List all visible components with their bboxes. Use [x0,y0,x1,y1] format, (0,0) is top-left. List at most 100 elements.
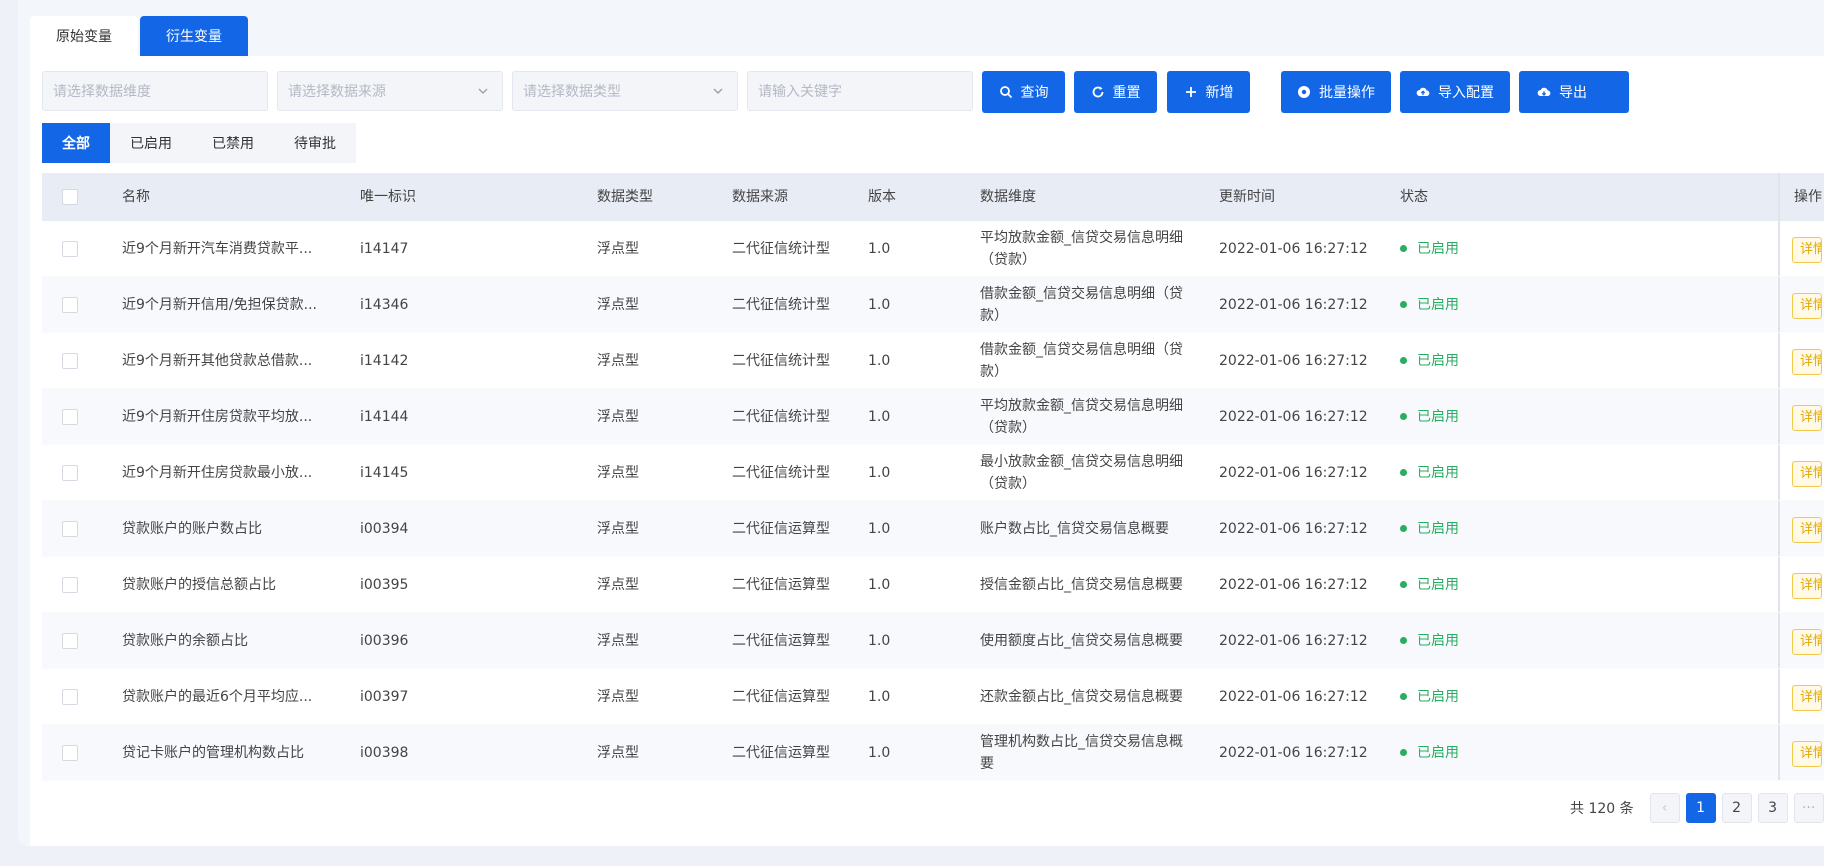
page-1-button[interactable]: 1 [1685,793,1716,823]
header-version[interactable]: 版本 [868,173,896,221]
row-checkbox[interactable] [62,240,78,257]
row-checkbox[interactable] [62,576,78,593]
cloud-upload-icon [1416,87,1430,97]
cell-id: i00394 [360,520,409,537]
status-tab-pending[interactable]: 待审批 [274,123,356,163]
more-pages-button[interactable]: ··· [1793,793,1824,823]
row-select-cell [62,557,78,612]
reset-button[interactable]: 重置 [1074,71,1157,113]
header-id[interactable]: 唯一标识 [360,173,416,221]
detail-button[interactable]: 详情 [1792,237,1822,263]
add-button[interactable]: 新增 [1167,71,1250,113]
detail-button[interactable]: 详情 [1792,405,1822,431]
status-tab-all[interactable]: 全部 [42,123,110,163]
keyword-input[interactable]: 请输入关键字 [747,71,973,111]
cell-source: 二代征信运算型 [732,744,830,761]
cell-dimension: 授信金额占比_信贷交易信息概要 [980,576,1183,593]
detail-button[interactable]: 详情 [1792,517,1822,543]
status-tab-disabled[interactable]: 已禁用 [192,123,274,163]
detail-button[interactable]: 详情 [1792,461,1822,487]
export-button[interactable]: 导出 [1519,71,1629,113]
type-select[interactable]: 请选择数据类型 [512,71,738,111]
cell-updated: 2022-01-06 16:27:12 [1219,240,1368,257]
cell-source: 二代征信统计型 [732,408,830,425]
table-row[interactable]: 近9个月新开住房贷款最小放... i14145 浮点型 二代征信统计型 1.0 最小放款金… [42,445,1824,501]
cell-id: i14147 [360,240,409,257]
header-type[interactable]: 数据类型 [597,173,653,221]
column-divider [1778,669,1780,724]
header-source[interactable]: 数据来源 [732,173,788,221]
table-row[interactable]: 贷款账户的账户数占比 i00394 浮点型 二代征信运算型 1.0 账户数占比_信贷交易信… [42,501,1824,557]
cell-type: 浮点型 [597,520,639,537]
detail-button[interactable]: 详情 [1792,349,1822,375]
header-updated[interactable]: 更新时间 [1219,173,1275,221]
column-divider [1778,725,1780,780]
table-row[interactable]: 贷记卡账户的管理机构数占比 i00398 浮点型 二代征信运算型 1.0 管理机构数占比_… [42,725,1824,781]
page-2-button[interactable]: 2 [1721,793,1752,823]
app-frame: 原始变量 衍生变量 请选择数据维度 请选择数据来源 请选择数据类型 请输入关键字… [18,0,1824,846]
cell-dimension: 平均放款金额_信贷交易信息明细（贷款） [980,229,1183,268]
cell-source: 二代征信统计型 [732,352,830,369]
page-3-button[interactable]: 3 [1757,793,1788,823]
source-select[interactable]: 请选择数据来源 [277,71,503,111]
row-select-cell [62,725,78,780]
table-row[interactable]: 贷款账户的余额占比 i00396 浮点型 二代征信运算型 1.0 使用额度占比_信贷交易信… [42,613,1824,669]
batch-label: 批量操作 [1319,85,1375,101]
row-checkbox[interactable] [62,744,78,761]
cell-id: i00398 [360,744,409,761]
table-row[interactable]: 近9个月新开汽车消费贷款平... i14147 浮点型 二代征信统计型 1.0 平均放款金… [42,221,1824,277]
search-icon [999,86,1012,99]
table-row[interactable]: 贷款账户的授信总额占比 i00395 浮点型 二代征信运算型 1.0 授信金额占比_信贷交… [42,557,1824,613]
status-badge: 已启用 [1400,333,1459,388]
row-select-cell [62,389,78,444]
prev-page-button[interactable]: ‹ [1649,793,1680,823]
cell-id: i14144 [360,408,409,425]
header-name[interactable]: 名称 [122,173,150,221]
query-label: 查询 [1020,85,1049,101]
cell-type: 浮点型 [597,632,639,649]
dimension-select[interactable]: 请选择数据维度 [42,71,268,111]
header-status[interactable]: 状态 [1400,173,1428,221]
status-tab-enabled[interactable]: 已启用 [110,123,192,163]
cell-version: 1.0 [868,520,891,537]
table-row[interactable]: 贷款账户的最近6个月平均应... i00397 浮点型 二代征信运算型 1.0 还款金额占… [42,669,1824,725]
status-badge: 已启用 [1400,557,1459,612]
cell-dimension: 最小放款金额_信贷交易信息明细（贷款） [980,453,1183,492]
row-checkbox[interactable] [62,632,78,649]
tab-derived-variables[interactable]: 衍生变量 [140,16,248,56]
row-checkbox[interactable] [62,296,78,313]
row-checkbox[interactable] [62,688,78,705]
detail-button[interactable]: 详情 [1792,629,1822,655]
header-dimension[interactable]: 数据维度 [980,173,1036,221]
column-divider [1778,333,1780,388]
cell-version: 1.0 [868,576,891,593]
table-row[interactable]: 近9个月新开住房贷款平均放... i14144 浮点型 二代征信统计型 1.0 平均放款金… [42,389,1824,445]
batch-operation-button[interactable]: 批量操作 [1281,71,1391,113]
table-row[interactable]: 近9个月新开信用/免担保贷款... i14346 浮点型 二代征信统计型 1.0 借款金额… [42,277,1824,333]
tab-raw-variables[interactable]: 原始变量 [30,16,138,56]
status-badge: 已启用 [1400,669,1459,724]
row-checkbox[interactable] [62,520,78,537]
detail-button[interactable]: 详情 [1792,685,1822,711]
detail-button[interactable]: 详情 [1792,573,1822,599]
select-all-checkbox[interactable] [62,189,78,205]
detail-button[interactable]: 详情 [1792,293,1822,319]
cell-id: i00397 [360,688,409,705]
cell-name: 贷款账户的账户数占比 [122,520,262,537]
detail-button[interactable]: 详情 [1792,741,1822,767]
status-text: 已启用 [1417,688,1459,705]
status-dot-icon [1400,413,1407,420]
row-select-cell [62,501,78,556]
query-button[interactable]: 查询 [982,71,1065,113]
cell-source: 二代征信运算型 [732,576,830,593]
header-action: 操作 [1794,189,1822,205]
column-divider [1778,501,1780,556]
row-checkbox[interactable] [62,464,78,481]
row-checkbox[interactable] [62,352,78,369]
import-config-button[interactable]: 导入配置 [1400,71,1510,113]
row-checkbox[interactable] [62,408,78,425]
cell-dimension: 平均放款金额_信贷交易信息明细（贷款） [980,397,1183,436]
table-row[interactable]: 近9个月新开其他贷款总借款... i14142 浮点型 二代征信统计型 1.0 借款金额_… [42,333,1824,389]
cell-version: 1.0 [868,240,891,257]
status-text: 已启用 [1417,240,1459,257]
